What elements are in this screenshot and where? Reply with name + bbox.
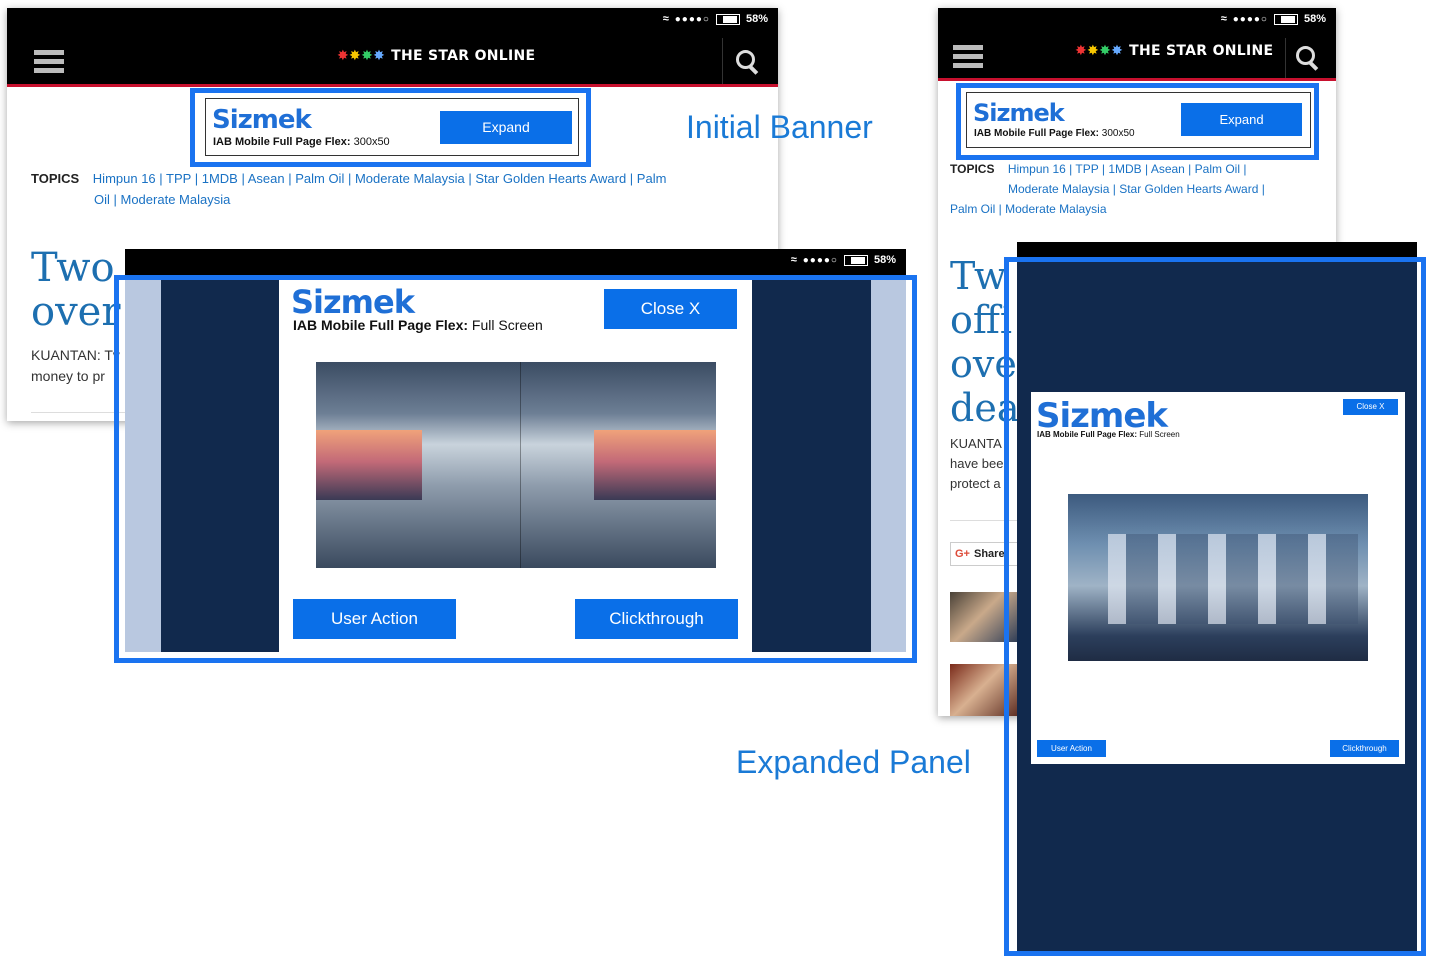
site-header: ✸✸✸✸ THE STAR ONLINE	[938, 38, 1336, 81]
expanded-panel-callout: Expanded Panel	[736, 744, 971, 780]
status-bar: ≈ ●●●●○ 58%	[125, 249, 906, 277]
battery-level: 58%	[873, 254, 896, 266]
topic-link[interactable]: TPP	[166, 171, 191, 186]
status-bar: ≈ ●●●●○ 58%	[938, 8, 1336, 38]
article-snippet: KUANTA have bee protect a	[950, 436, 1004, 491]
search-icon	[1296, 46, 1315, 65]
star-logo-icon: ✸✸✸✸	[337, 48, 386, 64]
topic-link[interactable]: Star Golden Hearts Award	[475, 171, 626, 186]
site-logo[interactable]: ✸✸✸✸ THE STAR ONLINE	[337, 48, 535, 64]
menu-icon[interactable]	[34, 50, 64, 73]
site-title: THE STAR ONLINE	[1129, 43, 1274, 59]
initial-banner-callout: Initial Banner	[686, 109, 873, 145]
topic-link[interactable]: Palm Oil	[1195, 162, 1240, 176]
topics-list: TOPICS Himpun 16 | TPP | 1MDB | Asean | …	[950, 162, 1265, 216]
search-button[interactable]	[1285, 38, 1336, 78]
battery-icon	[715, 13, 740, 25]
site-header: ✸✸✸✸ THE STAR ONLINE	[7, 38, 778, 87]
banner-highlight-frame	[190, 88, 591, 167]
topic-link[interactable]: TPP	[1075, 162, 1098, 176]
topics-label: TOPICS	[950, 162, 995, 176]
search-icon	[736, 50, 755, 69]
battery-level: 58%	[1303, 13, 1326, 25]
battery-icon	[1273, 13, 1298, 25]
status-bar: ≈ ●●●●○ 58%	[7, 8, 778, 38]
menu-icon[interactable]	[953, 45, 983, 68]
article-snippet: KUANTAN: Tv money to pr	[31, 347, 120, 384]
signal-icon: ●●●●○	[674, 13, 710, 25]
topic-link[interactable]: Oil	[94, 192, 110, 207]
panel-highlight-frame	[1004, 257, 1426, 956]
signal-icon: ●●●●○	[802, 254, 838, 266]
wifi-icon: ≈	[1220, 13, 1227, 25]
banner-highlight-frame	[956, 83, 1319, 160]
battery-icon	[843, 254, 868, 266]
wifi-icon: ≈	[662, 13, 669, 25]
topics-list: TOPICS Himpun 16 | TPP | 1MDB | Asean | …	[31, 171, 667, 207]
panel-highlight-frame	[114, 275, 917, 663]
topic-link[interactable]: Asean	[248, 171, 285, 186]
topic-link[interactable]: Himpun 16	[1008, 162, 1066, 176]
topic-link[interactable]: 1MDB	[1108, 162, 1141, 176]
battery-level: 58%	[745, 13, 768, 25]
site-logo[interactable]: ✸✸✸✸ THE STAR ONLINE	[1075, 43, 1273, 59]
search-button[interactable]	[722, 38, 778, 84]
topic-link[interactable]: Moderate Malaysia	[355, 171, 465, 186]
topics-label: TOPICS	[31, 171, 80, 186]
topic-link[interactable]: 1MDB	[202, 171, 238, 186]
signal-icon: ●●●●○	[1232, 13, 1268, 25]
topic-link[interactable]: Palm Oil	[950, 202, 995, 216]
article-headline[interactable]: Two over	[31, 246, 120, 334]
topic-link[interactable]: Asean	[1151, 162, 1185, 176]
site-title: THE STAR ONLINE	[391, 48, 536, 64]
topic-link[interactable]: Moderate Malaysia	[1005, 202, 1106, 216]
topic-link[interactable]: Palm	[637, 171, 667, 186]
wifi-icon: ≈	[790, 254, 797, 266]
topic-link[interactable]: Moderate Malaysia	[121, 192, 231, 207]
topic-link[interactable]: Himpun 16	[93, 171, 156, 186]
star-logo-icon: ✸✸✸✸	[1075, 43, 1124, 59]
topic-link[interactable]: Palm Oil	[295, 171, 344, 186]
topic-link[interactable]: Moderate Malaysia	[1008, 182, 1109, 196]
google-plus-icon: G+	[955, 548, 970, 560]
topic-link[interactable]: Star Golden Hearts Award	[1119, 182, 1258, 196]
